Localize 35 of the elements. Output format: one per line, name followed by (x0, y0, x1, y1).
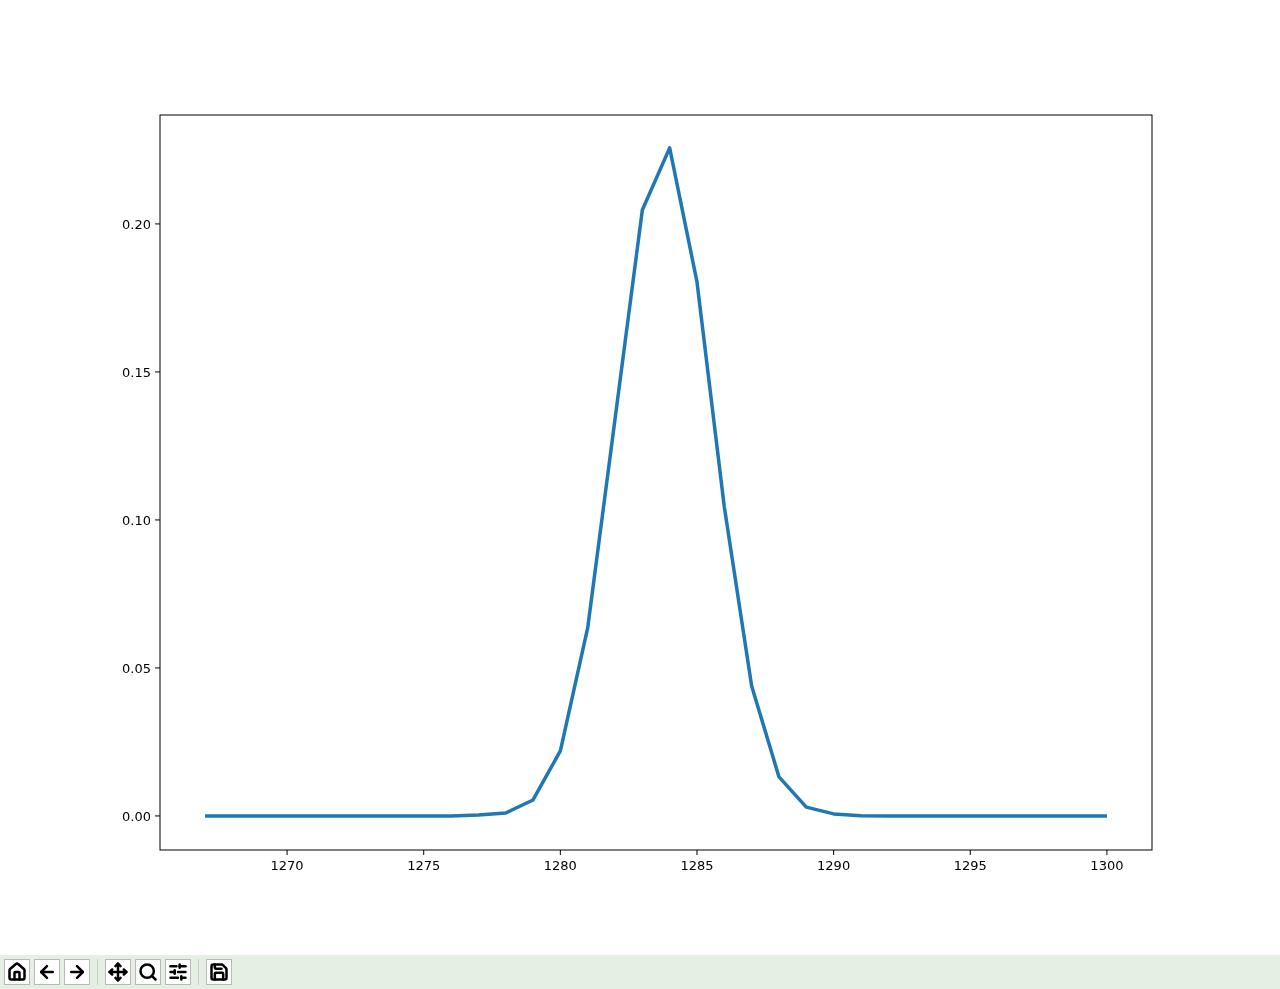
y-tick-label: 0.15 (122, 364, 151, 380)
y-tick-label: 0.10 (122, 512, 151, 528)
back-button[interactable] (34, 959, 60, 985)
x-tick: 1295 (953, 849, 987, 873)
x-tick-label: 1280 (543, 858, 577, 873)
configure-button[interactable] (165, 959, 191, 985)
home-button[interactable] (4, 959, 30, 985)
y-tick: 0.05 (122, 660, 161, 676)
x-tick-label: 1275 (407, 858, 441, 873)
y-tick-label: 0.20 (122, 216, 151, 232)
y-tick: 0.00 (122, 808, 161, 824)
x-tick-label: 1270 (270, 858, 304, 873)
y-tick-label: 0.00 (122, 808, 151, 824)
sliders-icon (168, 962, 188, 982)
pan-button[interactable] (105, 959, 131, 985)
four-way-arrow-icon (108, 962, 128, 982)
zoom-button[interactable] (135, 959, 161, 985)
forward-button[interactable] (64, 959, 90, 985)
x-tick-label: 1295 (953, 858, 987, 873)
x-tick: 1280 (543, 849, 577, 873)
home-icon (7, 962, 27, 982)
y-tick: 0.10 (122, 512, 161, 528)
save-button[interactable] (206, 959, 232, 985)
x-tick-label: 1285 (680, 858, 714, 873)
y-tick: 0.20 (122, 216, 161, 232)
x-tick: 1285 (680, 849, 714, 873)
x-tick: 1275 (407, 849, 441, 873)
x-tick-label: 1290 (817, 858, 851, 873)
magnifier-icon (138, 962, 158, 982)
x-tick-label: 1300 (1090, 858, 1124, 873)
x-tick: 1290 (817, 849, 851, 873)
y-tick-label: 0.05 (122, 660, 151, 676)
y-tick: 0.15 (122, 364, 161, 380)
x-tick: 1270 (270, 849, 304, 873)
x-tick: 1300 (1090, 849, 1124, 873)
